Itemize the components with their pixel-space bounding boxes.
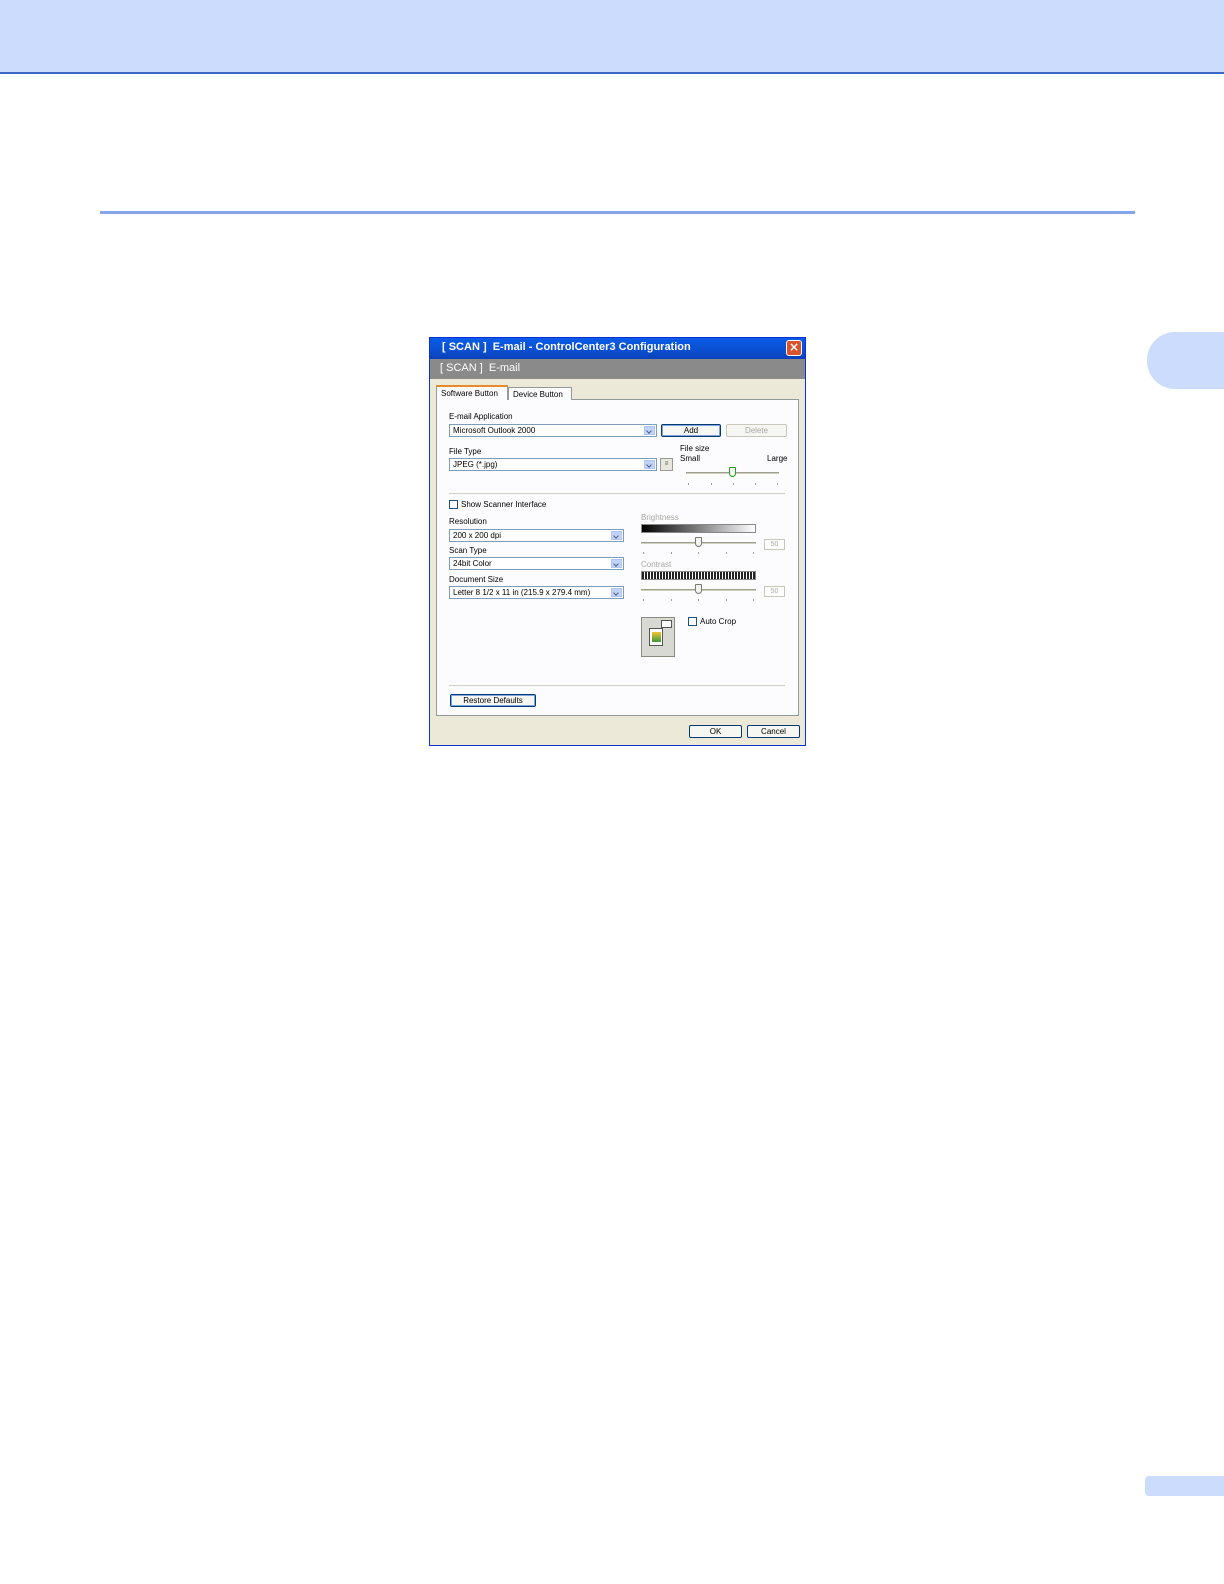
resolution-select[interactable]: 200 x 200 dpi — [449, 529, 624, 542]
tab-device-button[interactable]: Device Button — [508, 387, 572, 400]
file-type-value: JPEG (*.jpg) — [453, 460, 498, 469]
scan-type-value: 24bit Color — [453, 559, 492, 568]
slider-tick — [726, 599, 727, 601]
slider-tick — [671, 599, 672, 601]
file-size-slider-thumb[interactable] — [728, 467, 736, 477]
page-header-band — [0, 0, 1224, 74]
dialog-title: [ SCAN ] E-mail - ControlCenter3 Configu… — [442, 341, 691, 353]
brightness-value-field[interactable]: 50 — [764, 539, 785, 550]
slider-tick — [688, 483, 689, 485]
tab-software-button[interactable]: Software Button — [436, 385, 508, 400]
show-scanner-interface-checkbox[interactable] — [449, 500, 458, 509]
chapter-side-tab — [1147, 332, 1224, 389]
contrast-pattern-bar — [641, 571, 756, 580]
file-size-large-label: Large — [767, 454, 788, 463]
contrast-label: Contrast — [641, 560, 672, 569]
slider-tick — [753, 599, 754, 601]
brightness-slider-thumb[interactable] — [694, 537, 702, 547]
slider-tick — [698, 552, 699, 554]
dialog-banner: [ SCAN ] E-mail — [430, 359, 805, 379]
chevron-down-icon — [644, 426, 655, 435]
restore-defaults-button[interactable]: Restore Defaults — [450, 694, 536, 707]
file-type-settings-icon[interactable]: ≡ — [660, 458, 673, 471]
slider-tick — [711, 483, 712, 485]
add-button[interactable]: Add — [661, 424, 721, 437]
brightness-label: Brightness — [641, 513, 679, 522]
file-size-small-label: Small — [680, 454, 701, 463]
email-application-label: E-mail Application — [449, 412, 513, 421]
resolution-label: Resolution — [449, 517, 487, 526]
auto-crop-checkbox[interactable] — [688, 617, 697, 626]
heading-rule — [100, 211, 1135, 214]
scan-type-select[interactable]: 24bit Color — [449, 557, 624, 570]
document-size-select[interactable]: Letter 8 1/2 x 11 in (215.9 x 279.4 mm) — [449, 586, 624, 599]
slider-tick — [755, 483, 756, 485]
file-type-select[interactable]: JPEG (*.jpg) — [449, 458, 657, 471]
banner-text: [ SCAN ] E-mail — [440, 362, 521, 374]
section-divider — [449, 685, 785, 686]
slider-tick — [777, 483, 778, 485]
chevron-down-icon — [611, 531, 622, 540]
auto-crop-preview-icon — [641, 617, 675, 657]
scan-type-label: Scan Type — [449, 546, 487, 555]
contrast-value-field[interactable]: 50 — [764, 586, 785, 597]
slider-tick — [726, 552, 727, 554]
contrast-slider-thumb[interactable] — [694, 584, 702, 594]
resolution-value: 200 x 200 dpi — [453, 531, 502, 540]
slider-tick — [671, 552, 672, 554]
chevron-down-icon — [611, 559, 622, 568]
slider-tick — [698, 599, 699, 601]
slider-tick — [733, 483, 734, 485]
slider-tick — [753, 552, 754, 554]
close-button[interactable]: × — [786, 340, 802, 356]
page-number-tab — [1145, 1476, 1224, 1496]
email-application-select[interactable]: Microsoft Outlook 2000 — [449, 424, 657, 437]
ok-button[interactable]: OK — [689, 725, 742, 738]
close-icon: × — [788, 340, 800, 354]
slider-tick — [643, 552, 644, 554]
delete-button[interactable]: Delete — [726, 424, 787, 437]
file-type-label: File Type — [449, 447, 482, 456]
dialog-titlebar[interactable]: [ SCAN ] E-mail - ControlCenter3 Configu… — [430, 338, 805, 359]
chevron-down-icon — [611, 588, 622, 597]
file-size-label: File size — [680, 444, 710, 453]
chevron-down-icon — [644, 460, 655, 469]
slider-tick — [643, 599, 644, 601]
show-scanner-interface-label: Show Scanner Interface — [461, 500, 547, 509]
manual-page: [ SCAN ] E-mail - ControlCenter3 Configu… — [0, 0, 1224, 1584]
document-size-value: Letter 8 1/2 x 11 in (215.9 x 279.4 mm) — [453, 588, 591, 597]
cancel-button[interactable]: Cancel — [747, 725, 800, 738]
auto-crop-label: Auto Crop — [700, 617, 737, 626]
email-application-value: Microsoft Outlook 2000 — [453, 426, 536, 435]
section-divider — [449, 493, 785, 494]
document-size-label: Document Size — [449, 575, 504, 584]
configuration-dialog: [ SCAN ] E-mail - ControlCenter3 Configu… — [429, 337, 806, 746]
brightness-gradient-bar — [641, 524, 756, 533]
